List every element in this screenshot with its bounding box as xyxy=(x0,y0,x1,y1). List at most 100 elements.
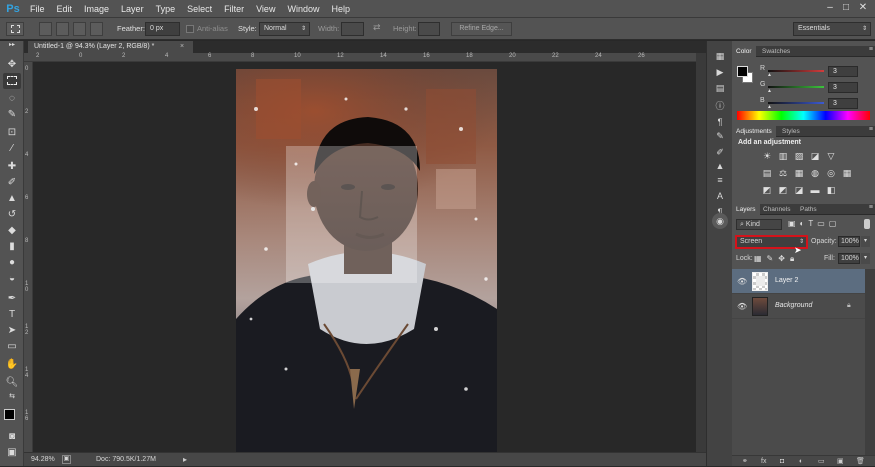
3d-panel-icon[interactable]: ◉ xyxy=(712,213,728,229)
rectangular-marquee-tool-icon[interactable] xyxy=(3,73,21,89)
quick-mask-icon[interactable]: ◙ xyxy=(3,429,21,445)
brush-tool-icon[interactable]: ✐ xyxy=(3,175,21,191)
feather-input[interactable]: 0 px xyxy=(145,22,180,36)
menu-item-type[interactable]: Type xyxy=(156,0,176,18)
visibility-eye-icon[interactable]: 👁︎ xyxy=(737,302,747,311)
adjustment-icon[interactable]: ◪ xyxy=(810,151,820,161)
hand-tool-icon[interactable]: ✋ xyxy=(3,357,21,373)
tab-color[interactable]: Color xyxy=(732,46,756,57)
channel-value-b[interactable]: 3 xyxy=(828,98,858,109)
menu-item-view[interactable]: View xyxy=(256,0,275,18)
history-brush-tool-icon[interactable]: ↺ xyxy=(3,207,21,223)
new-selection-icon[interactable] xyxy=(39,22,52,36)
layer-row[interactable]: 👁︎ Layer 2 xyxy=(732,269,865,294)
adjustment-icon[interactable]: ▦ xyxy=(842,168,852,178)
menu-item-layer[interactable]: Layer xyxy=(121,0,144,18)
slider-handle-icon[interactable]: ▲ xyxy=(767,88,772,94)
menu-item-edit[interactable]: Edit xyxy=(57,0,73,18)
layer-filter-icons[interactable]: ▣◐T▭▢ xyxy=(788,219,840,228)
adjustment-icon[interactable]: ◧ xyxy=(826,185,836,195)
quick-selection-tool-icon[interactable]: ✎ xyxy=(3,107,21,123)
adjustment-icon[interactable]: ▦ xyxy=(794,168,804,178)
foreground-color-swatch[interactable] xyxy=(4,409,15,420)
adjustment-icon[interactable]: ◪ xyxy=(794,185,804,195)
brush-panel-icon[interactable]: ✐ xyxy=(712,145,728,159)
opacity-input[interactable]: 100% xyxy=(838,236,860,247)
menu-item-file[interactable]: File xyxy=(30,0,45,18)
type-tool-icon[interactable]: T xyxy=(3,307,21,323)
intersect-selection-icon[interactable] xyxy=(90,22,103,36)
eraser-tool-icon[interactable]: ◆ xyxy=(3,223,21,239)
color-spectrum-ramp[interactable] xyxy=(737,111,870,120)
close-tab-icon[interactable]: × xyxy=(180,41,184,53)
move-tool-icon[interactable]: ✥ xyxy=(3,57,21,73)
adjustment-icon[interactable]: ▽ xyxy=(826,151,836,161)
layers-scrollbar[interactable] xyxy=(865,269,875,455)
paragraph-panel-icon[interactable]: ¶ xyxy=(712,115,728,129)
lasso-tool-icon[interactable]: ◌ xyxy=(3,91,21,107)
adjustment-icon[interactable]: ▨ xyxy=(794,151,804,161)
menu-item-image[interactable]: Image xyxy=(84,0,109,18)
adjustment-icon[interactable]: ◎ xyxy=(826,168,836,178)
swap-colors-icon[interactable]: ⇆ xyxy=(3,393,21,401)
clone-stamp-tool-icon[interactable]: ▲ xyxy=(3,191,21,207)
gradient-tool-icon[interactable]: ▮ xyxy=(3,239,21,255)
layers-footer-icon[interactable]: ⚭ xyxy=(742,456,748,467)
marquee-tool-preset-button[interactable] xyxy=(6,22,24,36)
canvas-area[interactable] xyxy=(33,62,696,452)
opacity-dropdown-icon[interactable]: ▾ xyxy=(861,236,870,247)
tab-layers[interactable]: Layers xyxy=(732,204,760,215)
layers-footer-icon[interactable]: 🗑 xyxy=(856,456,865,467)
tab-paths[interactable]: Paths xyxy=(796,204,821,215)
tab-adjustments[interactable]: Adjustments xyxy=(732,126,776,137)
eyedropper-tool-icon[interactable]: ⁄ xyxy=(3,141,21,157)
swap-icon[interactable]: ⇄ xyxy=(373,22,381,33)
rectangle-tool-icon[interactable]: ▭ xyxy=(3,339,21,355)
channel-value-r[interactable]: 3 xyxy=(828,66,858,77)
layer-filter-select[interactable]: ⌕ Kind xyxy=(736,219,782,230)
layer-name[interactable]: Layer 2 xyxy=(775,277,798,284)
history-panel-icon[interactable]: ▦ xyxy=(712,49,728,63)
tab-channels[interactable]: Channels xyxy=(759,204,794,215)
tab-swatches[interactable]: Swatches xyxy=(758,46,794,57)
adjustment-icon[interactable]: ◩ xyxy=(762,185,772,195)
filter-toggle-icon[interactable] xyxy=(864,219,870,229)
pen-tool-icon[interactable]: ✒ xyxy=(3,291,21,307)
menu-item-window[interactable]: Window xyxy=(287,0,319,18)
layers-footer-icon[interactable]: ▭ xyxy=(818,456,825,467)
layers-footer-icon[interactable]: ▣ xyxy=(837,456,844,467)
width-input[interactable] xyxy=(341,22,364,36)
slider-handle-icon[interactable]: ▲ xyxy=(767,72,772,78)
screen-mode-icon[interactable]: ▣ xyxy=(3,445,21,461)
adjustment-icon[interactable]: ▬ xyxy=(810,185,820,195)
adjustment-icon[interactable]: ◩ xyxy=(778,185,788,195)
fill-input[interactable]: 100% xyxy=(838,253,860,264)
height-input[interactable] xyxy=(418,22,440,36)
menu-item-filter[interactable]: Filter xyxy=(224,0,244,18)
workspace-select[interactable]: Essentials ⇕ xyxy=(793,22,871,36)
slider-handle-icon[interactable]: ▲ xyxy=(767,104,772,110)
status-menu-arrow-icon[interactable]: ▸ xyxy=(183,455,187,464)
tools-presets-icon[interactable]: ✎ xyxy=(712,129,728,143)
menu-item-help[interactable]: Help xyxy=(331,0,350,18)
info-panel-icon[interactable]: ⓘ xyxy=(712,99,728,113)
refine-edge-button[interactable]: Refine Edge... xyxy=(451,22,512,36)
channel-slider-b[interactable] xyxy=(768,102,824,104)
zoom-tool-icon[interactable]: 🔍︎ xyxy=(3,375,21,391)
channel-value-g[interactable]: 3 xyxy=(828,82,858,93)
tab-styles[interactable]: Styles xyxy=(778,126,804,137)
layers-footer-icon[interactable]: ◘ xyxy=(780,456,784,467)
panel-menu-icon[interactable]: ≡ xyxy=(869,126,873,133)
document-tab[interactable]: Untitled-1 @ 94.3% (Layer 2, RGB/8) * × xyxy=(28,41,193,53)
layer-row[interactable]: 👁︎ Background 🔒︎ xyxy=(732,294,865,319)
visibility-eye-icon[interactable]: 👁︎ xyxy=(737,277,747,286)
panel-menu-icon[interactable]: ≡ xyxy=(869,46,873,53)
minimize-button[interactable]: – xyxy=(825,3,835,13)
actions-panel-icon[interactable]: ▶ xyxy=(712,65,728,79)
subtract-selection-icon[interactable] xyxy=(73,22,86,36)
channel-slider-r[interactable] xyxy=(768,70,824,72)
adjustment-icon[interactable]: ▥ xyxy=(778,151,788,161)
blur-tool-icon[interactable]: ● xyxy=(3,255,21,271)
adjustment-icon[interactable]: ◍ xyxy=(810,168,820,178)
brush-presets-icon[interactable]: ≡ xyxy=(712,173,728,187)
